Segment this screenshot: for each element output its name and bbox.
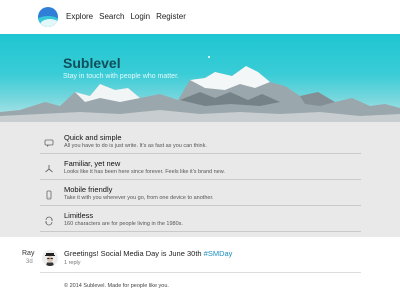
mountain-range-image <box>0 66 400 122</box>
footer-divider <box>40 272 361 273</box>
feature-item: Quick and simple All you have to do is j… <box>40 129 361 154</box>
post-item: Ray 3d Greetings! Social Media Day is Ju… <box>0 240 400 272</box>
feature-item: Familiar, yet new Looks like it has been… <box>40 155 361 180</box>
phone-icon <box>44 190 54 200</box>
hero-banner: Sublevel Stay in touch with people who m… <box>0 34 400 122</box>
feature-title: Mobile friendly <box>64 185 113 194</box>
feature-description: Take it with you wherever you go, from o… <box>64 195 214 201</box>
nav-search-link[interactable]: Search <box>99 12 124 21</box>
feature-title: Quick and simple <box>64 133 122 142</box>
nav-register-link[interactable]: Register <box>156 12 186 21</box>
post-timestamp: 3d <box>26 259 33 265</box>
post-replies-link[interactable]: 1 reply <box>64 260 81 266</box>
post-text: Greetings! Social Media Day is June 30th… <box>64 249 232 258</box>
features-section: Quick and simple All you have to do is j… <box>0 122 400 237</box>
feature-item: Mobile friendly Take it with you whereve… <box>40 181 361 206</box>
share-icon <box>44 164 54 174</box>
top-nav: Explore Search Login Register <box>0 0 400 34</box>
post-body: Greetings! Social Media Day is June 30th <box>64 249 204 258</box>
post-username[interactable]: Ray <box>22 250 34 257</box>
hashtag-link[interactable]: #SMDay <box>204 249 233 258</box>
feature-description: 160 characters are for people living in … <box>64 221 183 227</box>
chat-bubble-icon <box>44 138 54 148</box>
feature-title: Familiar, yet new <box>64 159 121 168</box>
nav-explore-link[interactable]: Explore <box>66 12 93 21</box>
logo-icon[interactable] <box>38 7 58 27</box>
feature-item: Limitless 160 characters are for people … <box>40 207 361 232</box>
nav-login-link[interactable]: Login <box>130 12 150 21</box>
feature-description: All you have to do is just write. It's a… <box>64 143 207 149</box>
avatar[interactable] <box>42 250 58 266</box>
nav-links: Explore Search Login Register <box>66 12 186 21</box>
footer-text: © 2014 Sublevel. Made for people like yo… <box>64 283 169 289</box>
repeat-icon <box>44 216 54 226</box>
moon-dot <box>208 56 210 58</box>
feature-title: Limitless <box>64 211 94 220</box>
feature-description: Looks like it has been here since foreve… <box>64 169 225 175</box>
